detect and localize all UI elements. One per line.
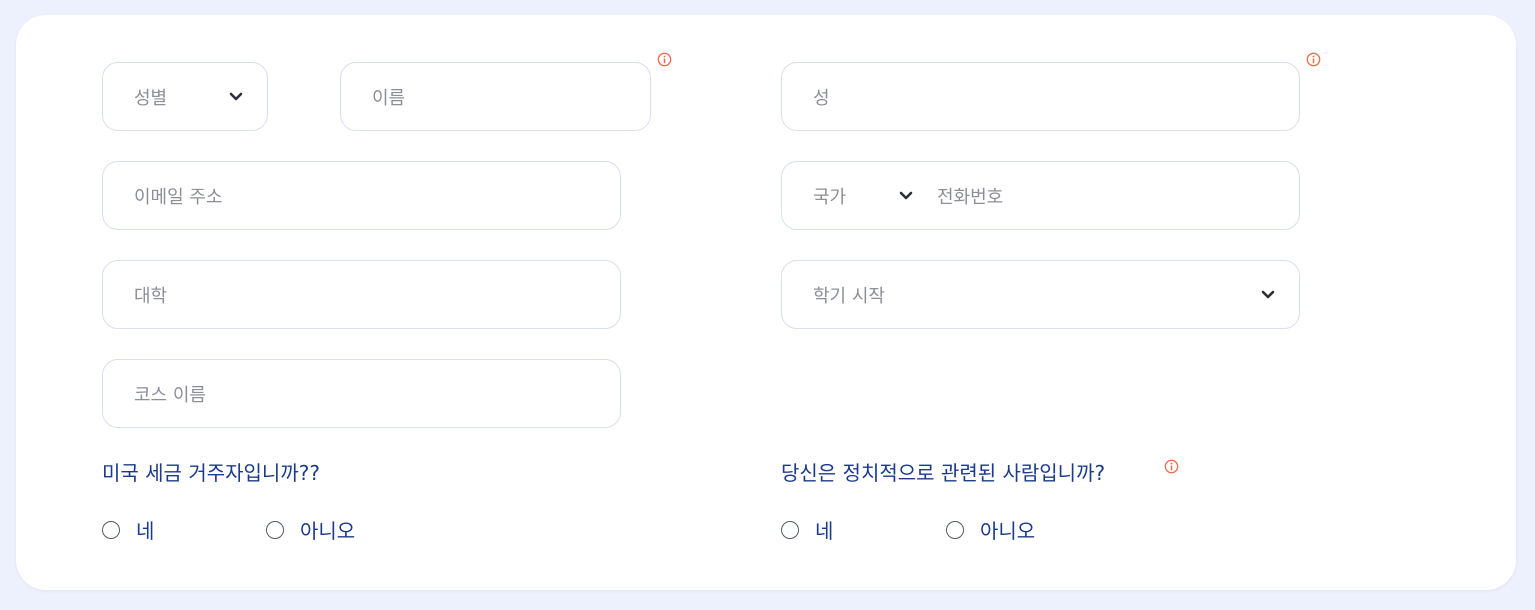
gender-select[interactable]: 성별 <box>102 62 268 131</box>
course-name-placeholder: 코스 이름 <box>134 384 206 406</box>
last-name-field[interactable]: 성 <box>781 62 1300 131</box>
info-icon[interactable] <box>1306 52 1321 67</box>
pep-question: 당신은 정치적으로 관련된 사람입니까? <box>781 461 1106 485</box>
chevron-down-icon <box>899 189 913 203</box>
course-name-field[interactable]: 코스 이름 <box>102 359 621 428</box>
email-placeholder: 이메일 주소 <box>134 186 223 208</box>
phone-number-placeholder: 전화번호 <box>937 186 1004 208</box>
radio-circle[interactable] <box>946 520 964 539</box>
last-name-placeholder: 성 <box>813 87 830 109</box>
us-tax-question: 미국 세금 거주자입니까?? <box>102 461 320 485</box>
gender-select-label: 성별 <box>134 87 168 109</box>
info-icon[interactable] <box>657 52 672 67</box>
first-name-field[interactable]: 이름 <box>340 62 651 131</box>
country-code-select[interactable]: 국가 <box>813 183 913 209</box>
us-tax-no-radio[interactable]: 아니오 <box>266 515 355 544</box>
radio-circle[interactable] <box>266 520 284 539</box>
radio-circle[interactable] <box>102 520 120 539</box>
info-icon[interactable] <box>1164 459 1179 474</box>
pep-no-radio[interactable]: 아니오 <box>946 515 1035 544</box>
form-card: 성별 이름 성 이메일 주소 국가 전화번호 대학 학기 시작 코스 이름 미국… <box>16 15 1516 590</box>
chevron-down-icon <box>1261 288 1275 302</box>
radio-label: 아니오 <box>980 519 1036 543</box>
semester-start-label: 학기 시작 <box>813 285 885 307</box>
radio-circle[interactable] <box>781 520 799 539</box>
chevron-down-icon <box>229 90 243 104</box>
radio-label: 아니오 <box>300 519 356 543</box>
pep-yes-radio[interactable]: 네 <box>781 515 833 544</box>
semester-start-select[interactable]: 학기 시작 <box>781 260 1300 329</box>
radio-label: 네 <box>815 519 834 543</box>
phone-field[interactable]: 국가 전화번호 <box>781 161 1300 230</box>
university-placeholder: 대학 <box>134 285 168 307</box>
radio-label: 네 <box>136 519 155 543</box>
email-field[interactable]: 이메일 주소 <box>102 161 621 230</box>
first-name-placeholder: 이름 <box>372 87 406 109</box>
university-field[interactable]: 대학 <box>102 260 621 329</box>
us-tax-yes-radio[interactable]: 네 <box>102 515 154 544</box>
country-code-label: 국가 <box>813 186 847 208</box>
